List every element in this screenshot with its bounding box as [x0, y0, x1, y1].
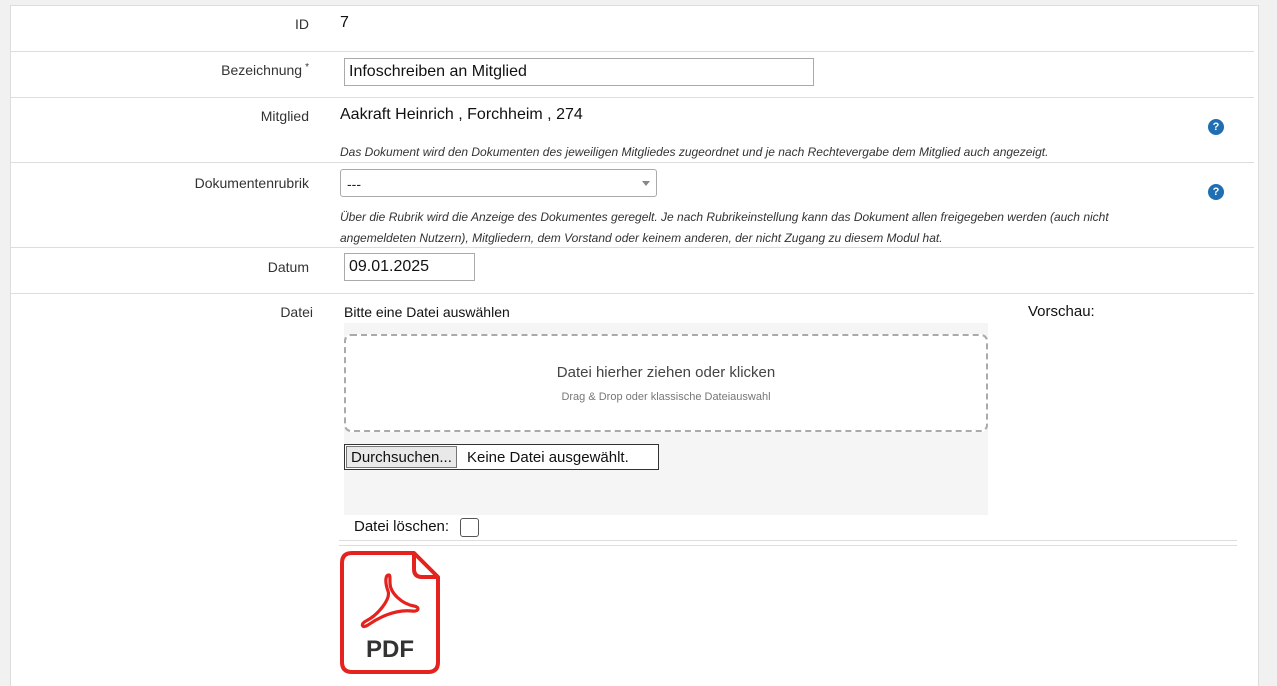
upload-title-bar: Bitte eine Datei auswählen: [344, 299, 988, 323]
upload-title: Bitte eine Datei auswählen: [344, 304, 510, 320]
delete-file-checkbox[interactable]: [460, 518, 479, 537]
rubrik-help-icon[interactable]: ?: [1208, 184, 1224, 200]
id-label: ID: [295, 16, 309, 32]
row-id: ID 7: [11, 6, 1254, 52]
upload-box: Bitte eine Datei auswählen Datei hierher…: [344, 299, 988, 515]
datum-input[interactable]: [344, 253, 475, 281]
mitglied-value: Aakraft Heinrich , Forchheim , 274: [340, 106, 583, 123]
required-mark: *: [305, 62, 309, 73]
file-input[interactable]: Durchsuchen... Keine Datei ausgewählt.: [344, 444, 659, 470]
rubrik-selected: ---: [347, 176, 361, 192]
datum-label: Datum: [267, 259, 309, 275]
mitglied-hint: Das Dokument wird den Dokumenten des jew…: [340, 145, 1049, 159]
mitglied-help-icon[interactable]: ?: [1208, 119, 1224, 135]
datei-label: Datei: [280, 304, 313, 320]
id-value: 7: [340, 14, 349, 31]
drop-zone-subtext: Drag & Drop oder klassische Dateiauswahl: [561, 391, 771, 403]
bezeichnung-label: Bezeichnung *: [221, 62, 309, 78]
row-bezeichnung: Bezeichnung *: [11, 52, 1254, 98]
row-rubrik: Dokumentenrubrik --- ? Über die Rubrik w…: [11, 163, 1254, 248]
row-datum: Datum: [11, 248, 1254, 294]
preview-label: Vorschau:: [1028, 303, 1095, 320]
pdf-file-icon[interactable]: PDF: [340, 551, 440, 674]
mitglied-label: Mitglied: [260, 108, 309, 124]
divider: [339, 540, 1237, 541]
delete-file-label: Datei löschen:: [354, 518, 450, 535]
chevron-down-icon: [642, 181, 650, 186]
row-mitglied: Mitglied Aakraft Heinrich , Forchheim , …: [11, 98, 1254, 163]
browse-button[interactable]: Durchsuchen...: [346, 446, 457, 468]
drop-zone-text: Datei hierher ziehen oder klicken: [556, 364, 776, 381]
rubrik-label: Dokumentenrubrik: [194, 175, 309, 191]
drop-zone[interactable]: Datei hierher ziehen oder klicken Drag &…: [344, 334, 988, 432]
rubrik-hint-line1: Über die Rubrik wird die Anzeige des Dok…: [340, 210, 1109, 224]
divider: [339, 545, 1237, 546]
rubrik-select[interactable]: ---: [340, 169, 657, 197]
rubrik-hint-line2: angemeldeten Nutzern), Mitgliedern, dem …: [340, 231, 943, 245]
pdf-icon-text: PDF: [366, 636, 414, 663]
bezeichnung-label-text: Bezeichnung: [221, 62, 303, 78]
bezeichnung-input[interactable]: [344, 58, 814, 86]
no-file-text: Keine Datei ausgewählt.: [467, 449, 629, 466]
